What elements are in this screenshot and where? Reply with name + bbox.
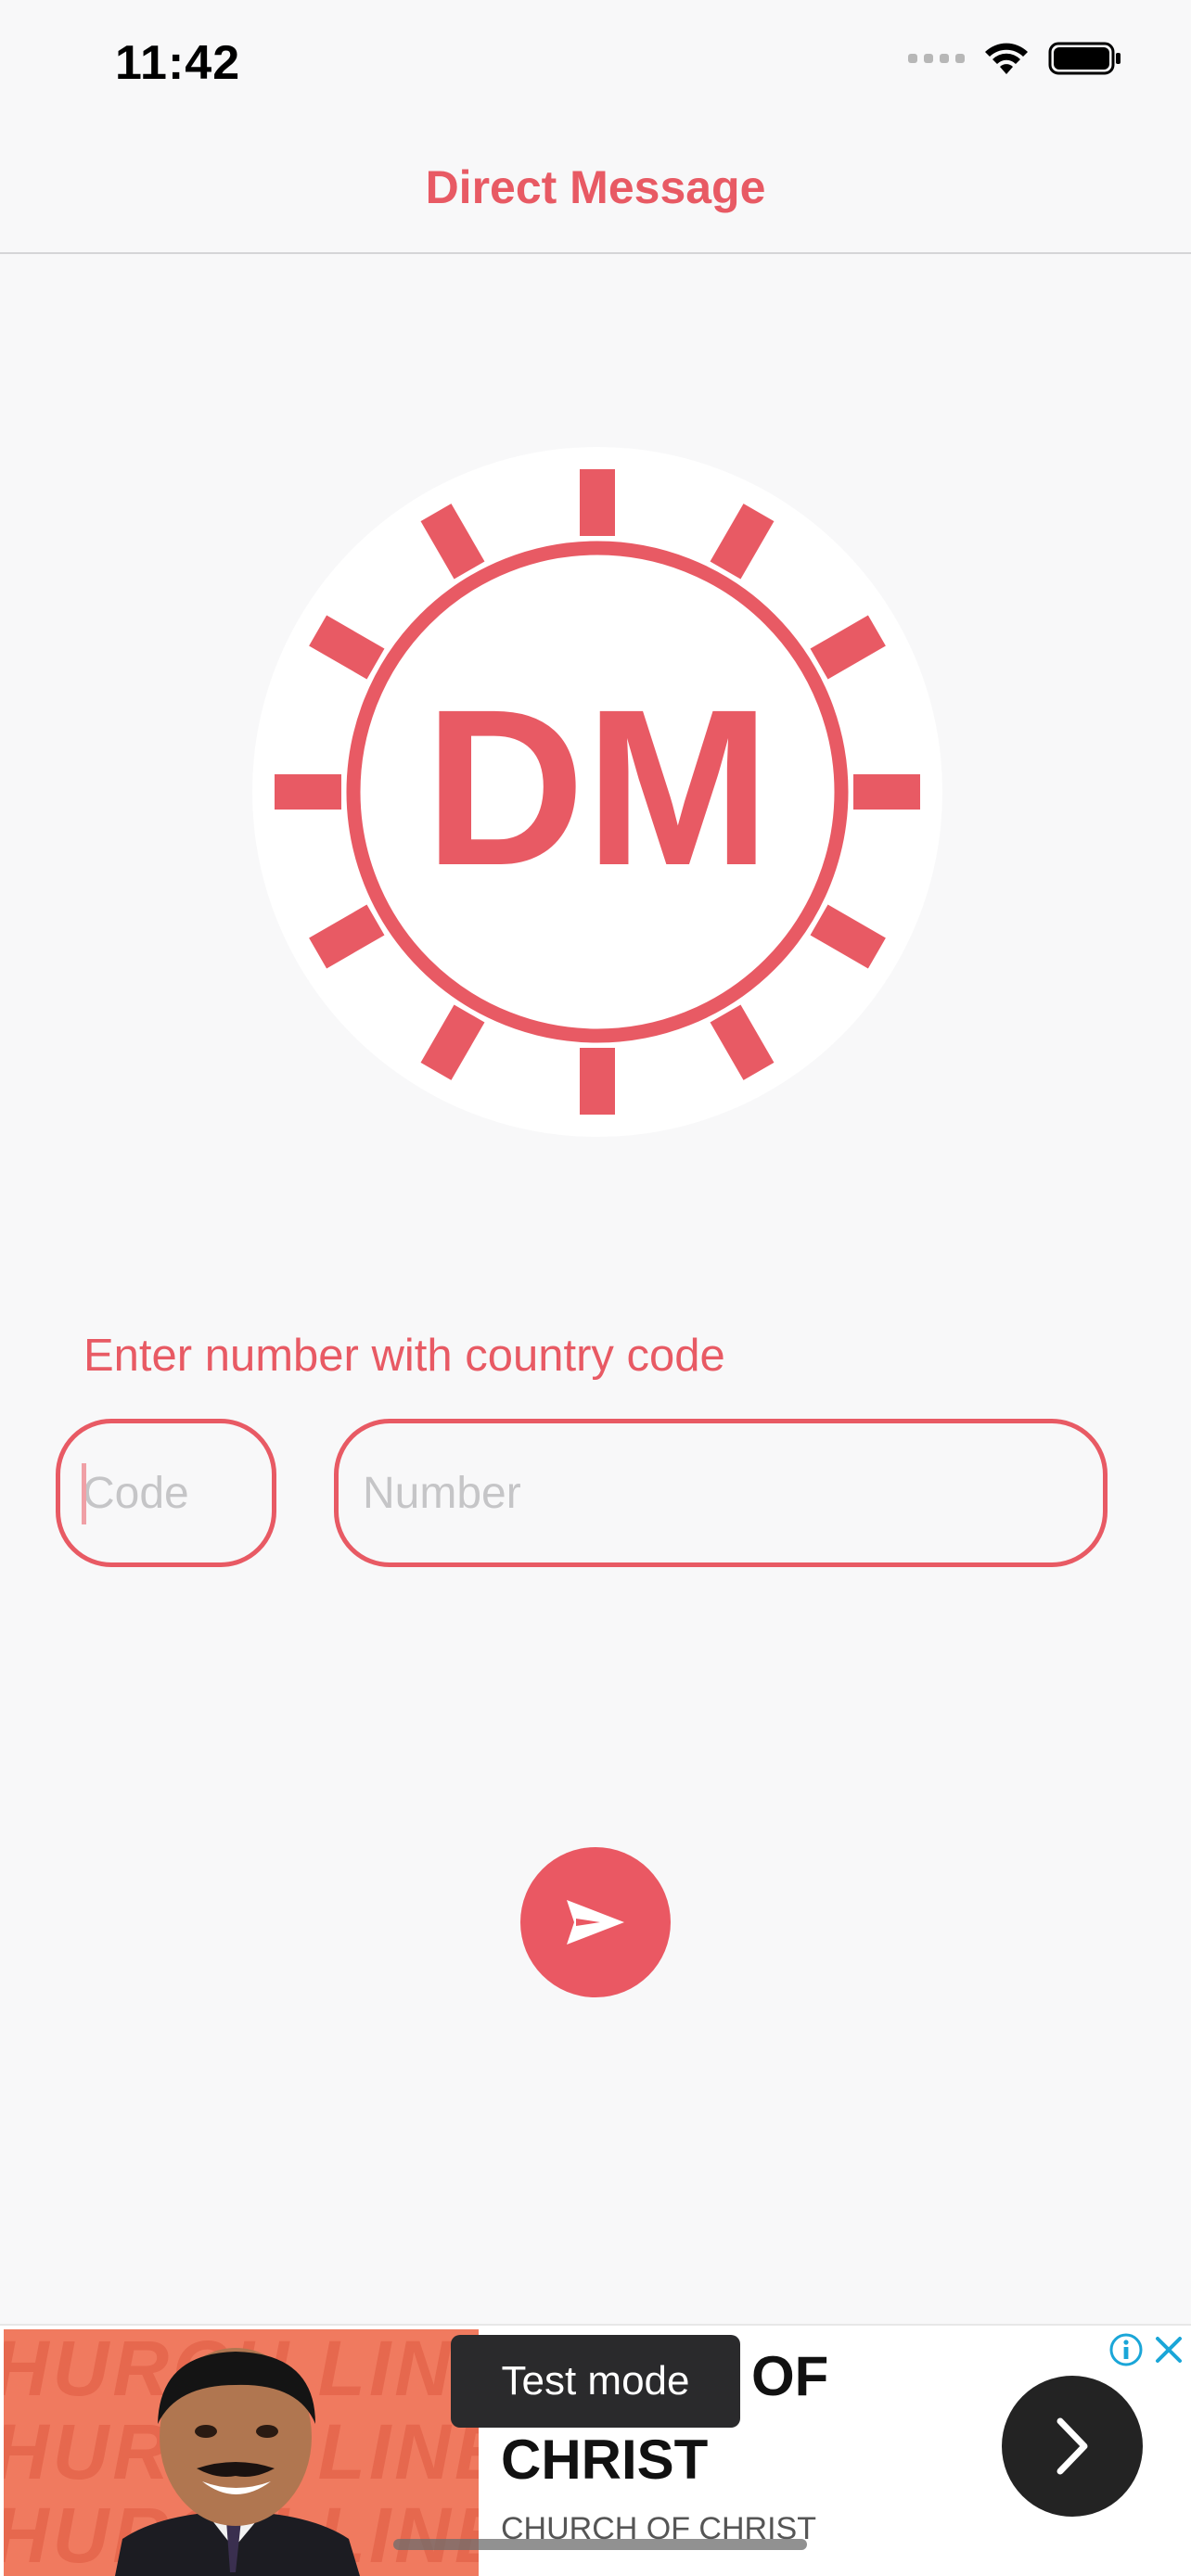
close-icon[interactable]	[1150, 2331, 1187, 2368]
nav-bar: Direct Message	[0, 130, 1191, 254]
ad-divider	[0, 2324, 1191, 2326]
logo-tick-mark	[580, 469, 615, 536]
text-cursor	[82, 1463, 86, 1524]
wifi-icon	[985, 43, 1028, 74]
chevron-right-icon	[1057, 2417, 1088, 2475]
logo-tick-mark	[580, 1048, 615, 1115]
status-bar: 11:42	[0, 0, 1191, 130]
dm-logo: DM	[252, 447, 942, 1137]
home-indicator	[393, 2539, 807, 2550]
page-title: Direct Message	[425, 161, 766, 213]
cellular-signal-icon	[908, 54, 965, 63]
logo-tick-mark	[853, 774, 920, 810]
send-button[interactable]	[520, 1847, 671, 1997]
test-mode-badge: Test mode	[451, 2335, 740, 2428]
send-icon	[567, 1900, 624, 1945]
status-icons	[908, 41, 1122, 76]
logo-tick-mark	[275, 774, 341, 810]
country-code-input[interactable]	[56, 1419, 276, 1567]
ad-cta-button[interactable]	[1002, 2376, 1143, 2517]
ad-headline-line2[interactable]: CHRIST	[501, 2428, 708, 2492]
adchoices-info-icon[interactable]	[1108, 2331, 1145, 2368]
battery-icon	[1048, 42, 1121, 75]
ad-headline-line1[interactable]: OF	[751, 2344, 828, 2408]
status-time: 11:42	[115, 36, 241, 90]
phone-number-input[interactable]	[334, 1419, 1108, 1567]
phone-number-label: Enter number with country code	[83, 1331, 725, 1381]
logo-text: DM	[424, 663, 770, 912]
